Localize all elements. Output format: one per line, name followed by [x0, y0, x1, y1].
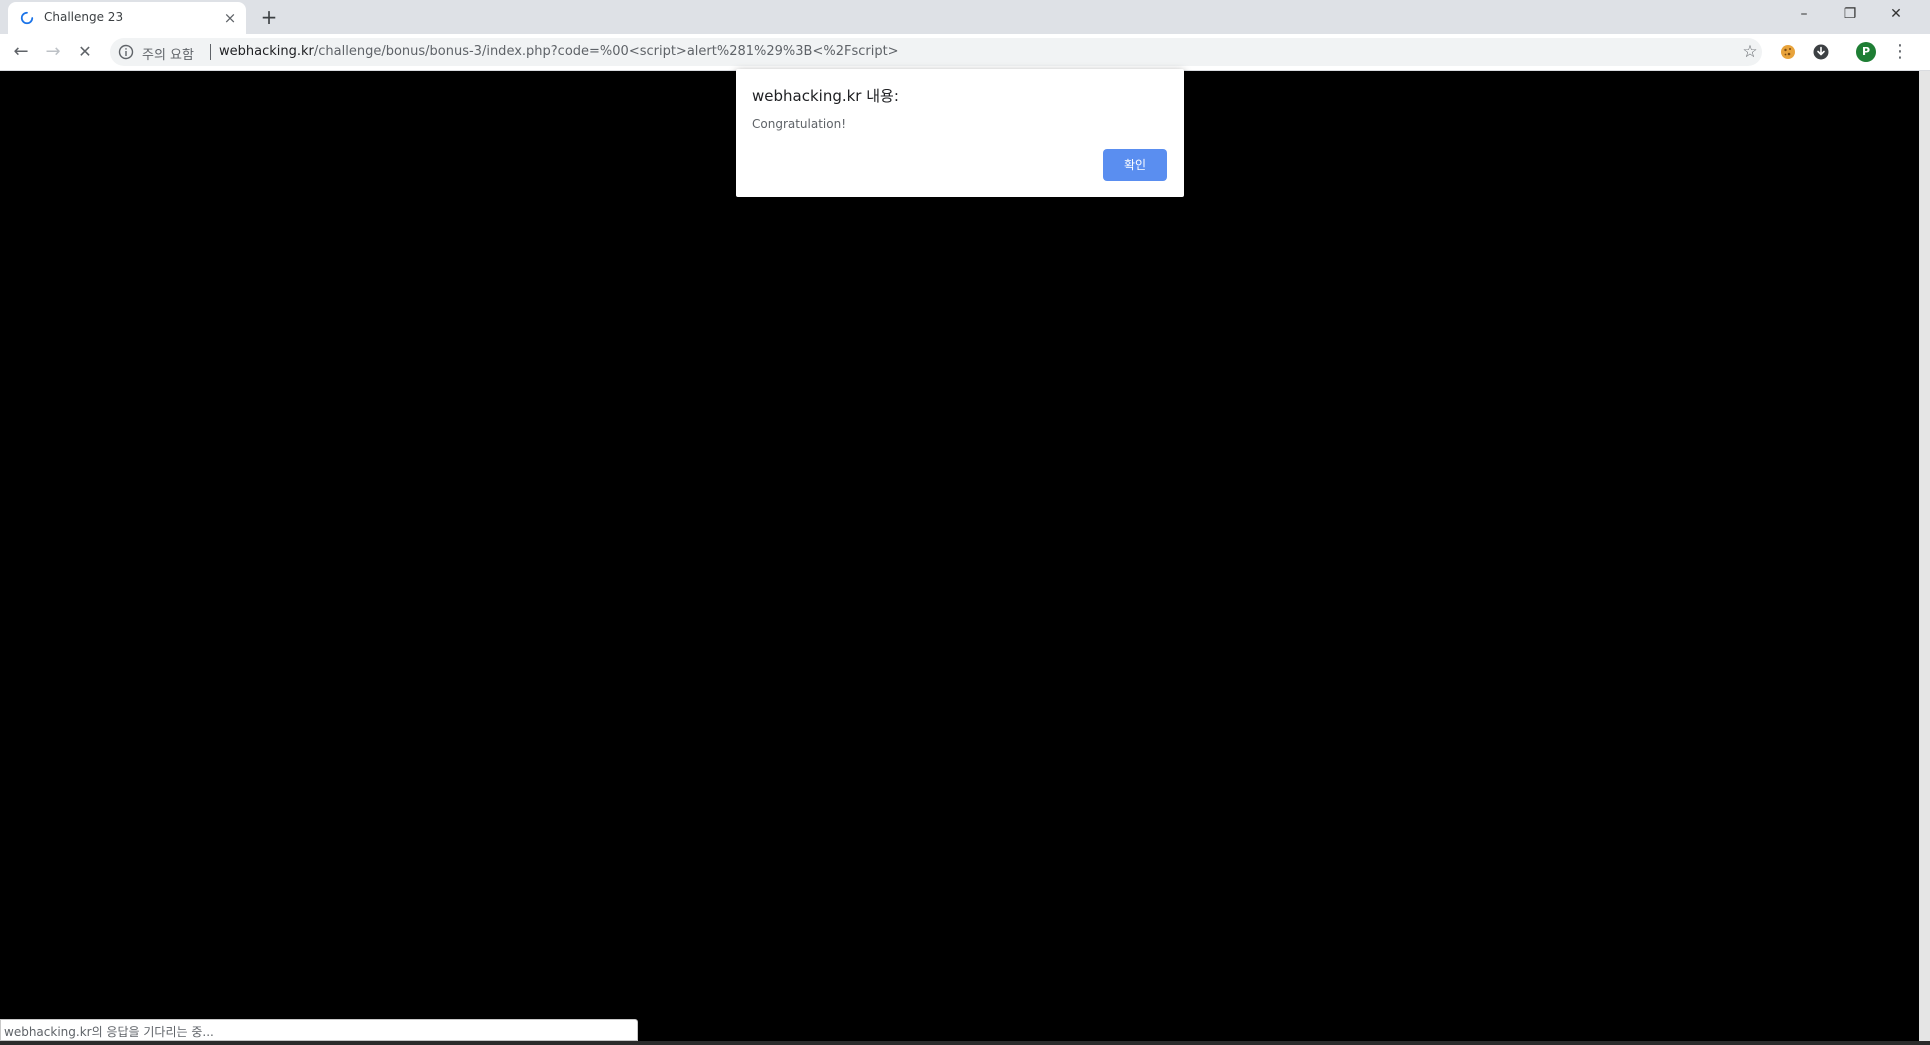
- status-text: webhacking.kr의 응답을 기다리는 중...: [4, 1025, 214, 1039]
- url-text[interactable]: webhacking.kr/challenge/bonus/bonus-3/in…: [219, 44, 899, 59]
- tab-challenge-23[interactable]: Challenge 23 ×: [8, 2, 246, 34]
- alert-message: Congratulation!: [752, 117, 847, 131]
- info-icon[interactable]: [118, 44, 134, 60]
- address-bar[interactable]: 주의 요함 webhacking.kr/challenge/bonus/bonu…: [110, 38, 1762, 66]
- url-host: webhacking.kr: [219, 44, 314, 59]
- minimize-button[interactable]: –: [1781, 0, 1827, 30]
- menu-icon[interactable]: ⋮: [1888, 40, 1912, 64]
- url-separator: [210, 44, 211, 60]
- star-icon[interactable]: ☆: [1740, 42, 1760, 62]
- tab-title: Challenge 23: [44, 10, 124, 24]
- profile-avatar[interactable]: P: [1856, 42, 1876, 62]
- browser-toolbar: ← → ✕ 주의 요함 webhacking.kr/challenge/bonu…: [0, 34, 1930, 71]
- new-tab-button[interactable]: +: [258, 6, 280, 28]
- tab-strip: Challenge 23 × + – ❐ ✕: [0, 0, 1930, 34]
- page-content: [0, 71, 1919, 1045]
- browser-window: Challenge 23 × + – ❐ ✕ ← → ✕ 주의 요함 webha…: [0, 0, 1930, 1045]
- page-scrollbar[interactable]: [1919, 71, 1930, 1045]
- url-path: /challenge/bonus/bonus-3/index.php?code=…: [313, 44, 899, 59]
- alert-dialog: webhacking.kr 내용: Congratulation! 확인: [736, 69, 1184, 197]
- status-bubble: webhacking.kr의 응답을 기다리는 중...: [0, 1019, 638, 1041]
- back-button[interactable]: ←: [9, 40, 33, 64]
- alert-title: webhacking.kr 내용:: [752, 87, 899, 105]
- stop-loading-button[interactable]: ✕: [73, 40, 97, 64]
- forward-button[interactable]: →: [41, 40, 65, 64]
- taskbar-edge: [0, 1041, 1930, 1045]
- loading-spinner-icon: [20, 11, 34, 25]
- alert-ok-button[interactable]: 확인: [1103, 149, 1167, 181]
- restore-button[interactable]: ❐: [1827, 0, 1873, 30]
- cookie-extension-icon[interactable]: [1779, 43, 1797, 61]
- tab-close-icon[interactable]: ×: [222, 10, 238, 26]
- security-warning-label[interactable]: 주의 요함: [142, 44, 194, 63]
- download-extension-icon[interactable]: [1812, 43, 1830, 61]
- close-window-button[interactable]: ✕: [1873, 0, 1919, 30]
